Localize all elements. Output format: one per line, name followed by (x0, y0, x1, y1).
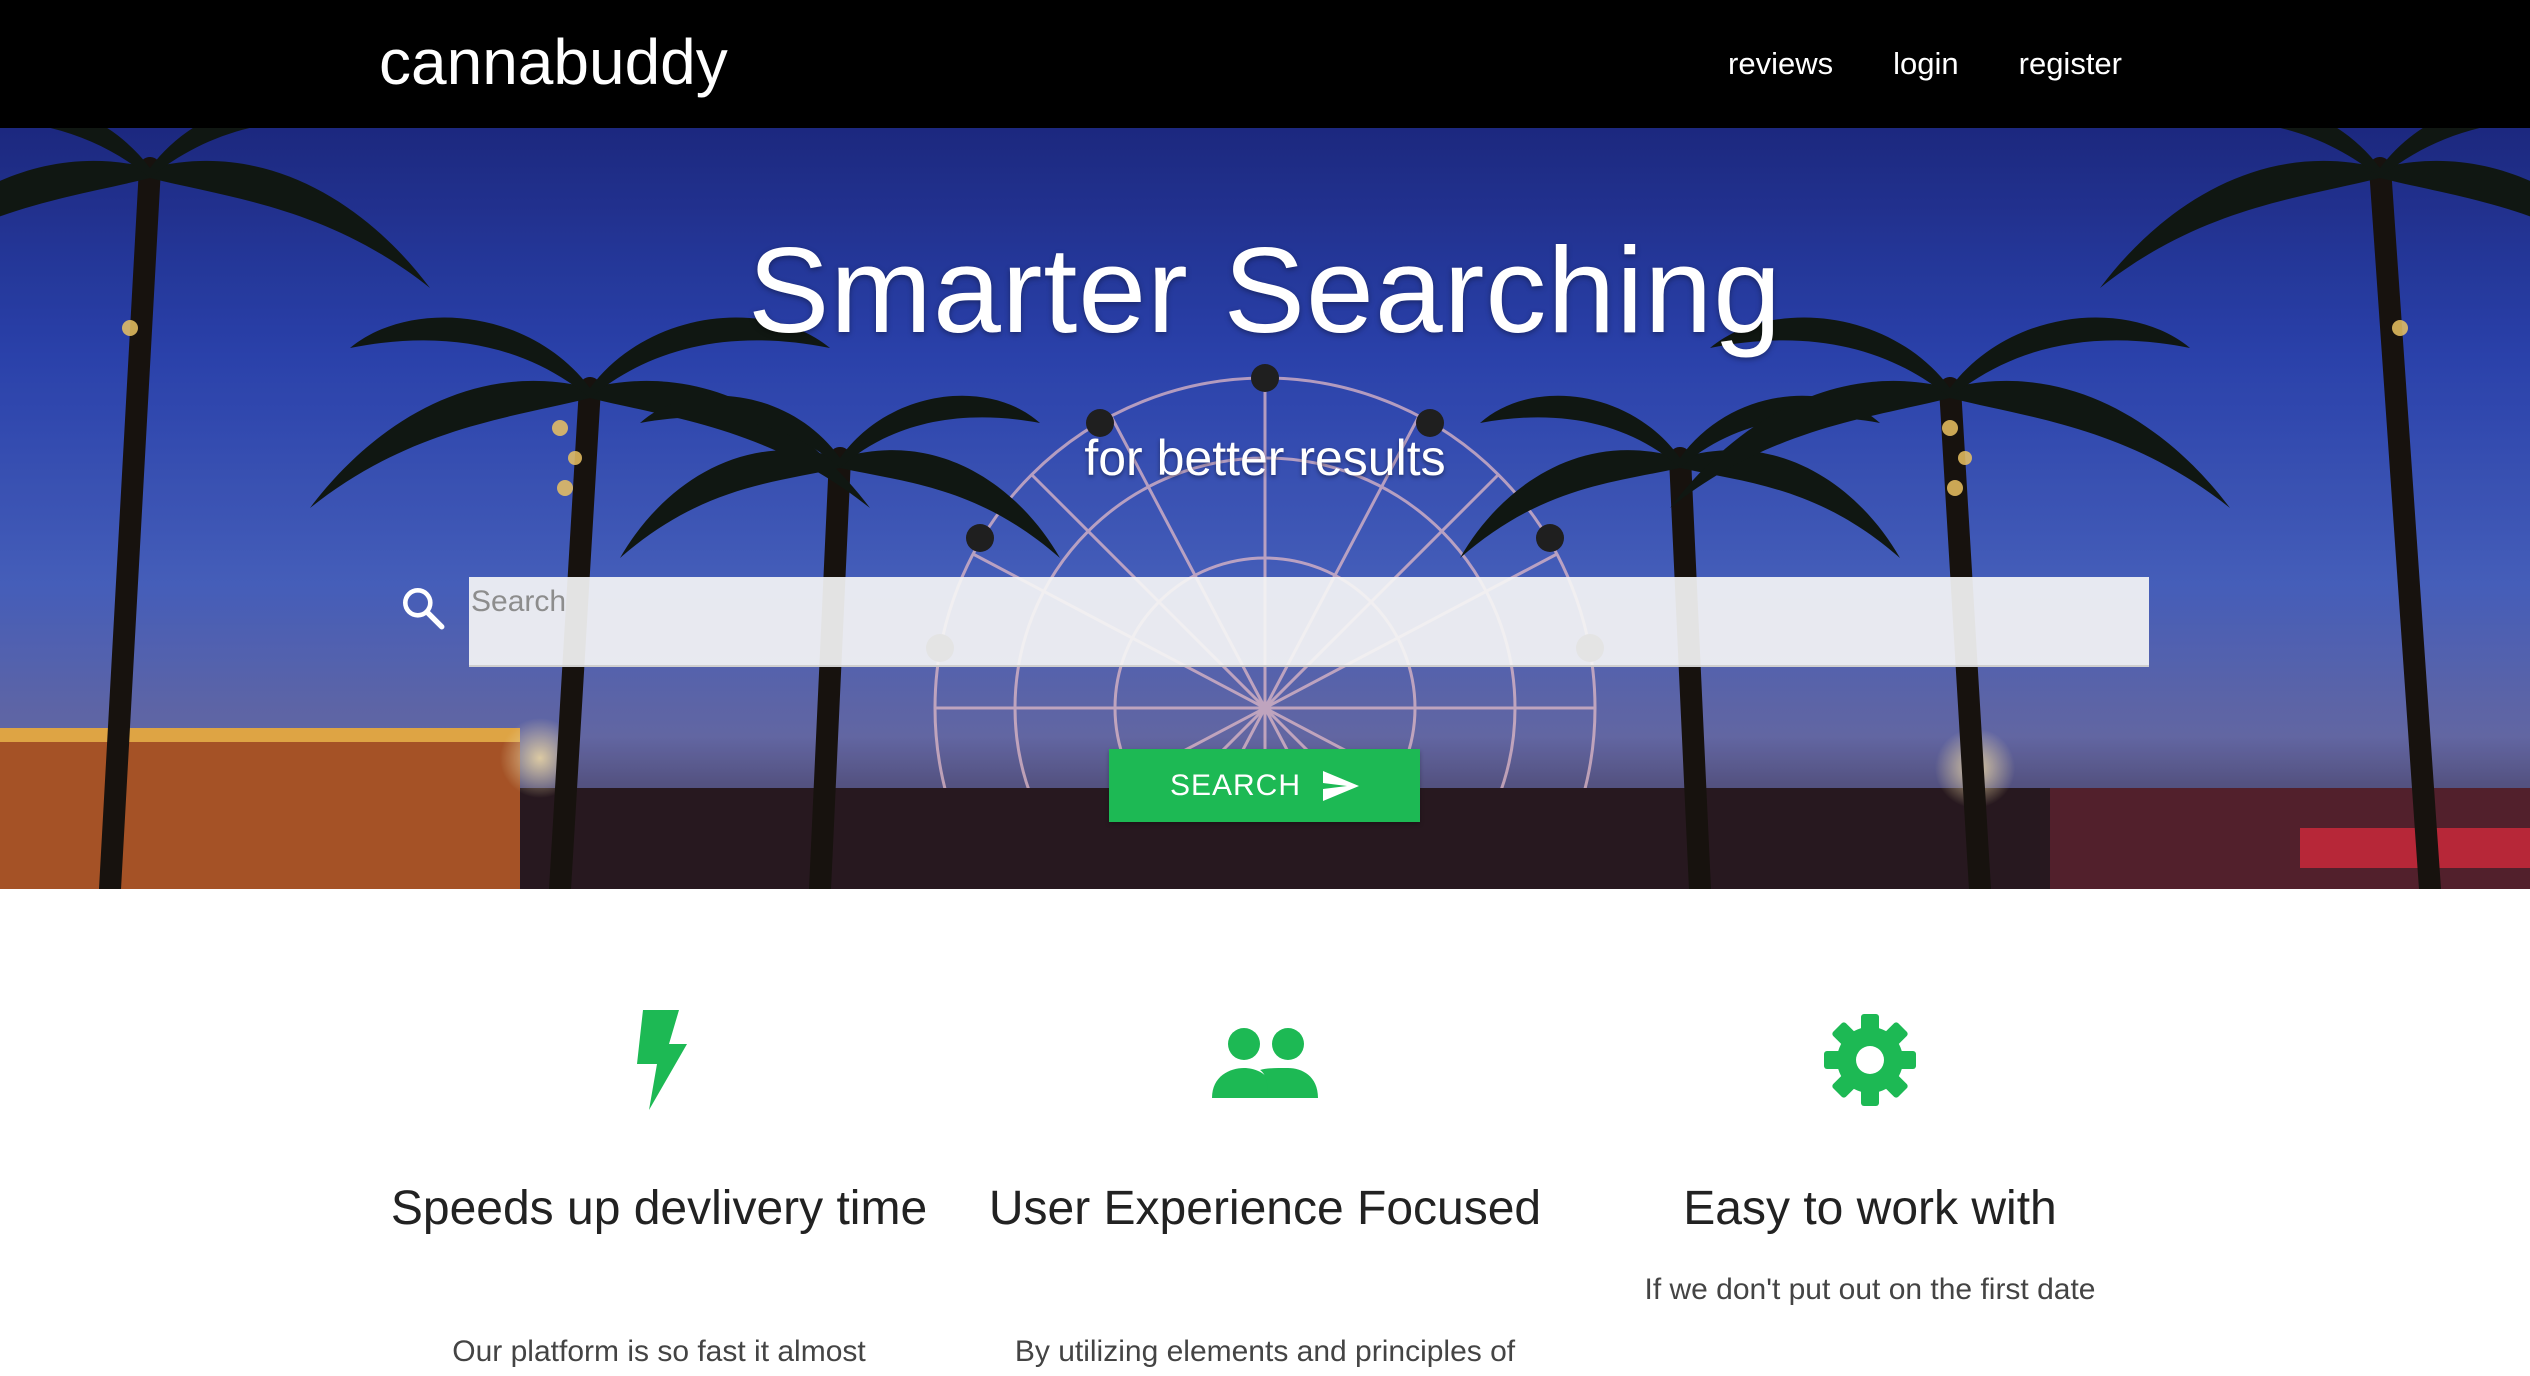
bolt-icon (637, 1010, 687, 1110)
search-button[interactable]: SEARCH (1109, 749, 1420, 822)
nav-links: reviews login register (1668, 0, 2122, 128)
feature-title: Speeds up devlivery time (390, 1182, 928, 1235)
search-input[interactable] (469, 577, 2149, 667)
feature-title: Easy to work with (1683, 1182, 2057, 1235)
search-button-label: SEARCH (1169, 768, 1302, 802)
feature-text: If we don't put out on the first date (1644, 1273, 2096, 1306)
nav-link-login[interactable]: login (1893, 46, 1959, 82)
feature-speed: Speeds up devlivery time Our platform is… (379, 1010, 939, 1368)
hero-title: Smarter Searching (747, 222, 1783, 358)
nav-link-reviews[interactable]: reviews (1728, 46, 1833, 82)
hero-banner: Smarter Searching for better results SEA… (0, 128, 2530, 889)
gear-icon (1824, 1014, 1916, 1106)
feature-text: By utilizing elements and principles of (1014, 1335, 1516, 1368)
feature-ux: User Experience Focused By utilizing ele… (985, 1010, 1545, 1368)
feature-text: Our platform is so fast it almost (452, 1335, 866, 1368)
send-icon (1323, 770, 1360, 801)
brand-logo-link[interactable]: cannabuddy (379, 22, 728, 102)
search-icon (403, 588, 445, 630)
feature-easy: Easy to work with If we don't put out on… (1590, 1010, 2150, 1306)
hero-subtitle: for better results (1084, 430, 1446, 486)
people-icon (1212, 1028, 1318, 1098)
feature-title: User Experience Focused (988, 1182, 1542, 1235)
nav-link-register[interactable]: register (2019, 46, 2122, 82)
top-navbar: cannabuddy reviews login register (0, 0, 2530, 128)
